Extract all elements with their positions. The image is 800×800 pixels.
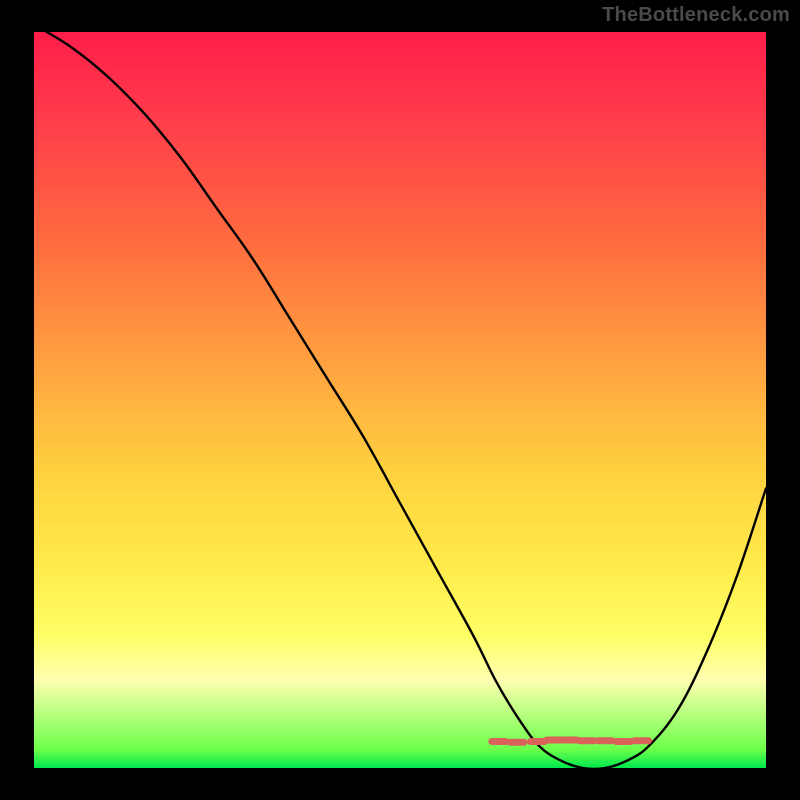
chart-frame: TheBottleneck.com: [0, 0, 800, 800]
bottleneck-curve: [34, 32, 766, 768]
optimal-range-markers: [492, 740, 649, 742]
chart-svg: [34, 32, 766, 768]
plot-area: [34, 32, 766, 768]
watermark-label: TheBottleneck.com: [602, 4, 790, 27]
